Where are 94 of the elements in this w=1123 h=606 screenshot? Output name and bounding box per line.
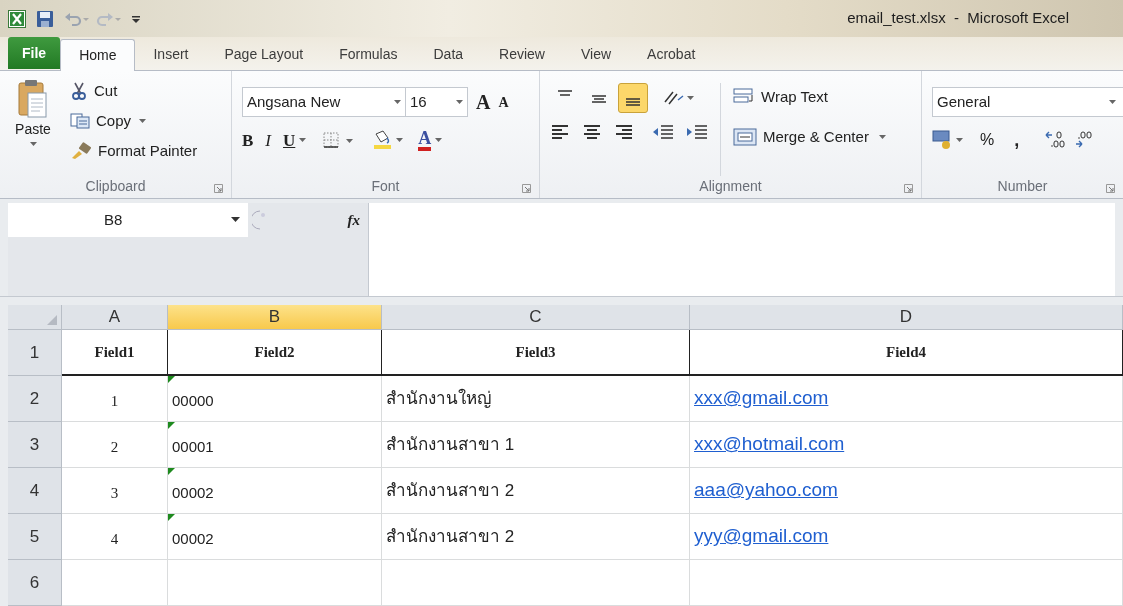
formula-input[interactable]	[368, 202, 1115, 296]
wrap-text-button[interactable]: Wrap Text	[733, 83, 886, 112]
caret-icon	[456, 100, 463, 105]
percent-style-button[interactable]: %	[980, 128, 995, 153]
cut-button[interactable]: Cut	[66, 77, 202, 106]
ribbon-tab[interactable]: Home	[60, 39, 136, 72]
group-label: Alignment	[699, 177, 762, 197]
caret-icon	[29, 142, 37, 147]
table-cell-text: สำนักงานสาขา 1	[386, 433, 515, 456]
ribbon-tab[interactable]: Formulas	[321, 38, 416, 71]
table-cell-text: Field1	[94, 342, 135, 362]
email-link[interactable]: aaa@yahoo.com	[694, 476, 838, 505]
table-cell-text: สำนักงานสาขา 2	[386, 525, 515, 548]
customize-toolbar-icon[interactable]	[132, 13, 140, 24]
scissors-icon	[70, 82, 88, 101]
group-label: Clipboard	[85, 177, 146, 197]
ribbon-tab[interactable]: Acrobat	[629, 38, 714, 71]
caret-icon	[1109, 100, 1116, 105]
merge-center-button[interactable]: Merge & Center	[733, 123, 886, 152]
error-indicator-icon	[168, 468, 175, 475]
table-cell-text: 3	[110, 484, 119, 504]
caret-icon	[139, 119, 147, 124]
table-cell-text: Field3	[515, 342, 556, 362]
group-label: Number	[997, 177, 1048, 197]
align-center-icon[interactable]	[582, 123, 602, 142]
dialog-launcher-icon[interactable]	[214, 183, 223, 193]
row-header[interactable]: 4	[8, 468, 62, 514]
comma-style-button[interactable]: ,	[1008, 126, 1026, 154]
email-link[interactable]: yyy@gmail.com	[694, 522, 829, 551]
format-painter-button[interactable]: Format Painter	[66, 137, 202, 166]
ribbon-tab[interactable]: Page Layout	[206, 38, 322, 71]
email-link[interactable]: xxx@hotmail.com	[694, 430, 845, 459]
table-cell-text: 2	[110, 438, 119, 458]
table-cell-text: 00000	[172, 391, 214, 412]
save-icon[interactable]	[36, 9, 54, 28]
column-header[interactable]: A	[62, 305, 168, 330]
dialog-launcher-icon[interactable]	[1106, 183, 1115, 193]
row-header[interactable]: 2	[8, 376, 62, 422]
table-cell-text: 4	[110, 530, 119, 550]
column-header[interactable]: B	[168, 305, 382, 330]
bold-button[interactable]: B	[242, 127, 254, 154]
table-cell-text: สำนักงานสาขา 2	[386, 479, 515, 502]
caret-icon	[878, 135, 886, 140]
number-format-field[interactable]: General	[932, 87, 1123, 118]
row-header[interactable]: 3	[8, 422, 62, 468]
caret-icon	[394, 100, 401, 105]
dialog-launcher-icon[interactable]	[904, 183, 913, 193]
grow-font-button[interactable]: A	[476, 87, 491, 118]
column-header[interactable]: C	[382, 305, 690, 330]
email-link[interactable]: xxx@gmail.com	[694, 384, 829, 413]
group-label: Font	[371, 177, 400, 197]
ribbon-tab[interactable]: Review	[481, 38, 563, 71]
window-title: email_test.xlsx - Microsoft Excel	[847, 8, 1069, 29]
merge-cells-icon	[733, 128, 757, 147]
font-name-field[interactable]: Angsana New	[242, 87, 406, 118]
decrease-indent-icon[interactable]	[652, 123, 674, 142]
table-cell-text: 00002	[172, 483, 214, 504]
increase-indent-icon[interactable]	[686, 123, 708, 142]
currency-icon[interactable]	[932, 129, 966, 152]
shrink-font-button[interactable]: A	[498, 91, 509, 113]
table-cell-text: สำนักงานใหญ่	[386, 387, 491, 410]
caret-icon	[435, 138, 443, 143]
table-cell-text: 00001	[172, 437, 214, 458]
font-color-button[interactable]: A	[418, 129, 443, 152]
paintbrush-icon	[70, 142, 92, 161]
error-indicator-icon	[168, 376, 175, 383]
ribbon-tab[interactable]: Insert	[135, 38, 207, 71]
align-bottom-icon[interactable]	[618, 83, 648, 114]
table-cell-text: 1	[110, 392, 119, 412]
column-header[interactable]: D	[690, 305, 1123, 330]
table-cell-text: 00002	[172, 529, 214, 550]
copy-button[interactable]: Copy	[66, 107, 202, 136]
error-indicator-icon	[168, 514, 175, 521]
align-right-icon[interactable]	[614, 123, 634, 142]
insert-function-button[interactable]: fx	[347, 208, 360, 232]
underline-button[interactable]: U	[283, 127, 296, 154]
copy-icon	[70, 113, 90, 130]
ribbon-tab[interactable]: File	[8, 37, 61, 70]
ribbon-tab[interactable]: Data	[415, 38, 482, 71]
row-header[interactable]: 5	[8, 514, 62, 560]
font-size-field[interactable]: 16	[406, 87, 468, 118]
error-indicator-icon	[168, 422, 175, 429]
italic-button[interactable]: I	[265, 127, 271, 154]
row-header[interactable]: 6	[8, 560, 62, 606]
table-cell-text: Field4	[886, 342, 926, 362]
clipboard-icon	[18, 79, 48, 120]
ribbon-tab[interactable]: View	[562, 38, 630, 71]
dialog-launcher-icon[interactable]	[522, 183, 531, 193]
table-cell-text: Field2	[254, 342, 295, 362]
spreadsheet-app-icon[interactable]	[8, 9, 26, 28]
align-left-icon[interactable]	[550, 123, 570, 142]
row-header[interactable]: 1	[8, 330, 62, 376]
paste-button[interactable]: Paste	[0, 71, 66, 176]
name-box[interactable]: B8	[8, 202, 248, 237]
